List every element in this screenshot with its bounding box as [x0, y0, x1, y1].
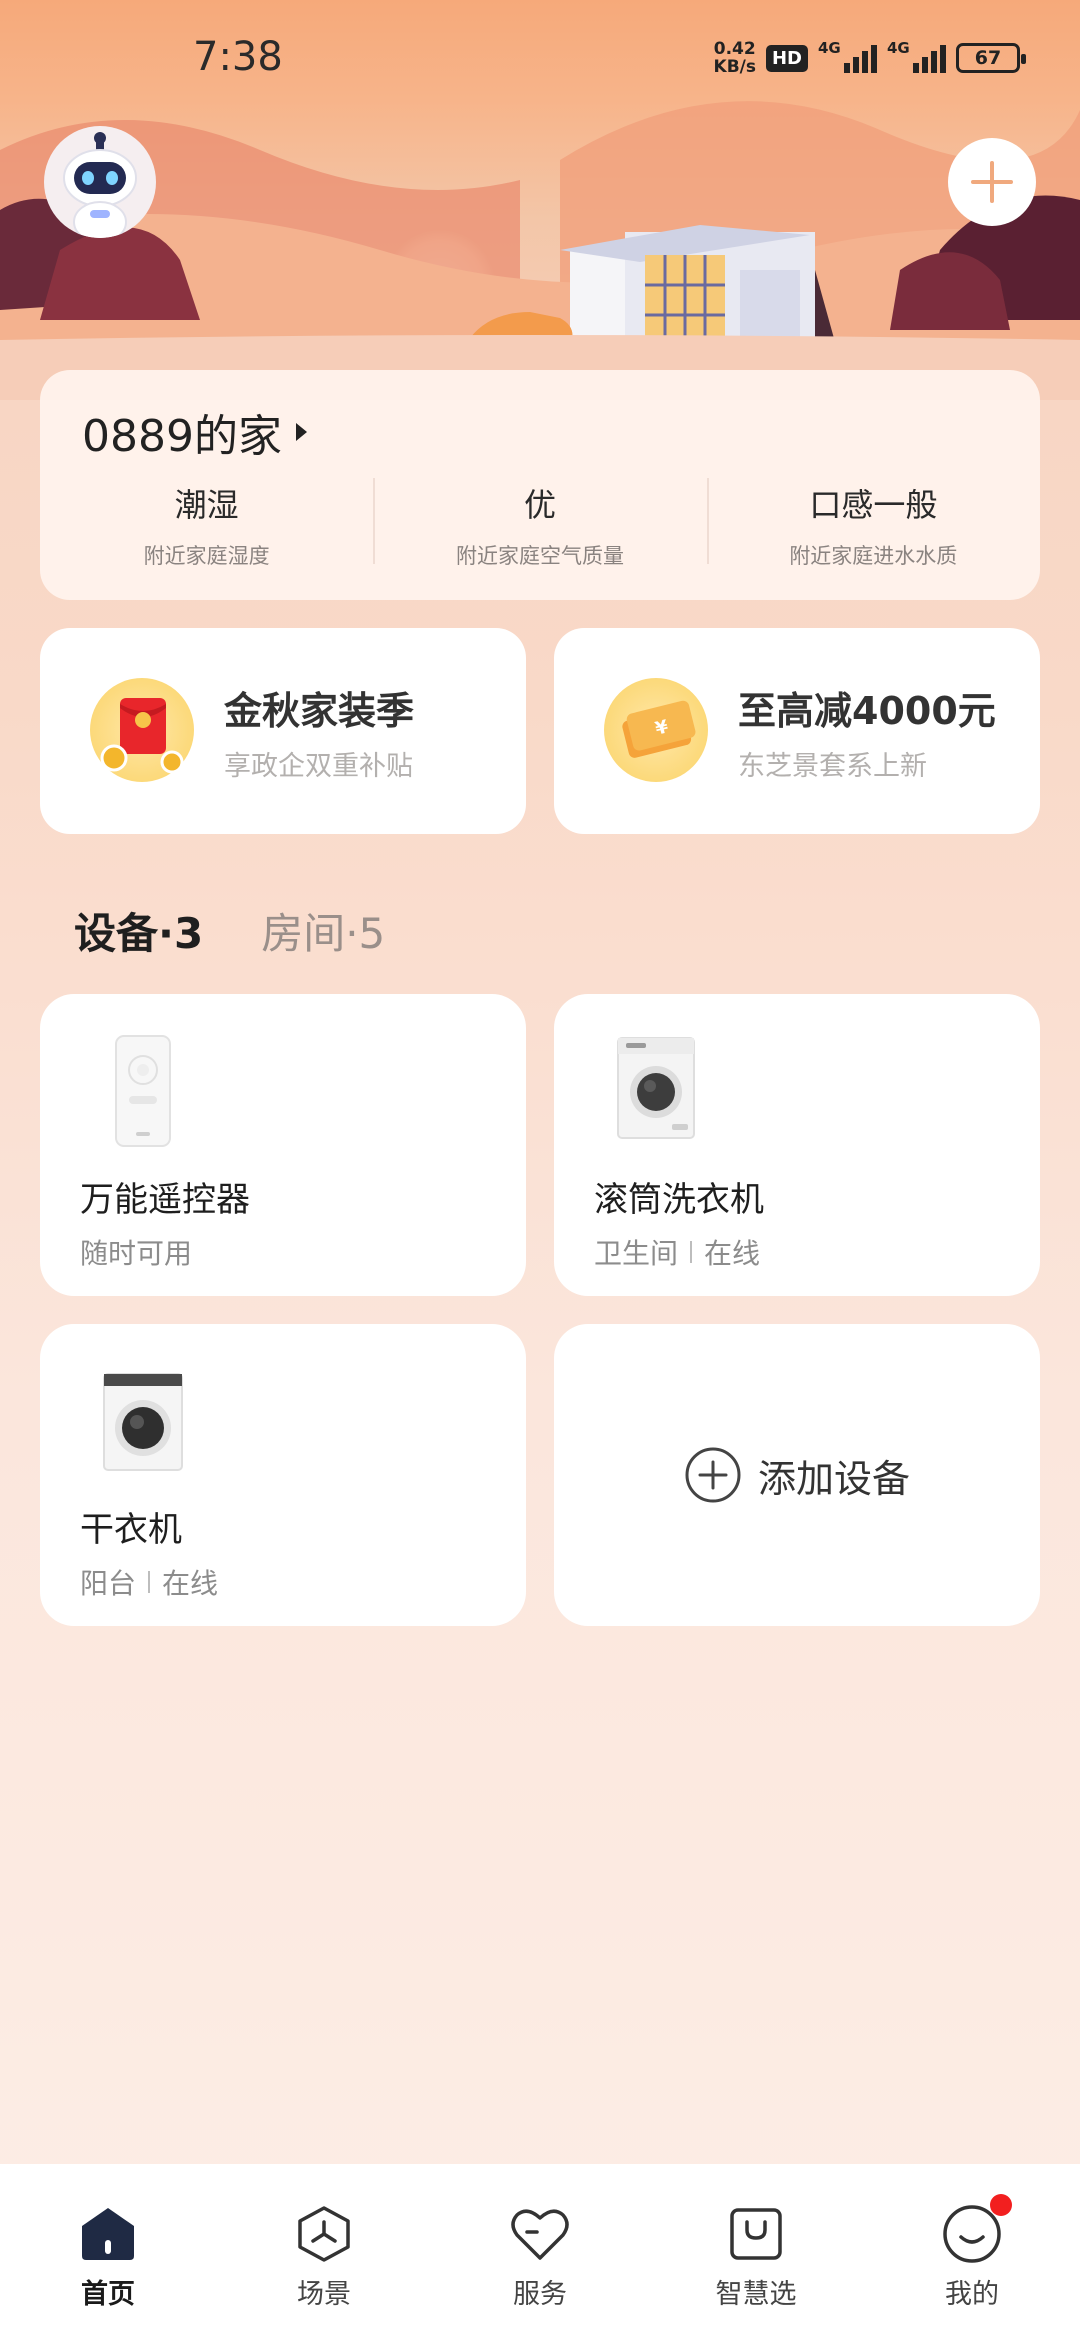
bottom-nav: 首页 场景 服务 智慧选 我的: [0, 2164, 1080, 2340]
status-bar: 7:38 0.42 KB/s HD 4G 4G 67: [0, 0, 1080, 110]
caret-right-icon: [295, 423, 307, 441]
device-status: 阳台 在线: [80, 1567, 219, 1600]
device-name: 万能遥控器: [80, 1180, 250, 1220]
divider: [690, 1241, 693, 1263]
home-icon: [76, 2202, 140, 2266]
device-card-dryer[interactable]: 干衣机 阳台 在线: [40, 1324, 526, 1626]
nav-service[interactable]: 服务: [432, 2164, 648, 2340]
add-button[interactable]: [948, 138, 1036, 226]
coupon-icon: ¥: [604, 678, 708, 782]
heart-icon: [508, 2202, 572, 2266]
signal-icon: 4G: [818, 39, 877, 73]
nav-home[interactable]: 首页: [0, 2164, 216, 2340]
signal-icon: 4G: [887, 39, 946, 73]
notification-badge: [990, 2194, 1012, 2216]
device-status: 卫生间 在线: [594, 1237, 761, 1270]
promo-subtitle: 东芝景套系上新: [738, 751, 927, 782]
device-card-washer[interactable]: 滚筒洗衣机 卫生间 在线: [554, 994, 1040, 1296]
home-title: 0889的家: [82, 411, 282, 462]
tab-devices[interactable]: 设备·3: [74, 900, 203, 961]
scene-icon: [292, 2202, 356, 2266]
battery-icon: 67: [956, 43, 1026, 73]
device-status: 随时可用: [80, 1237, 193, 1270]
washing-machine-icon: [606, 1028, 706, 1148]
promo-title: 金秋家装季: [224, 689, 415, 733]
plus-icon: [971, 161, 1013, 203]
metric-humidity[interactable]: 潮湿 附近家庭湿度: [40, 480, 373, 570]
promo-title: 至高减4000元: [738, 689, 996, 733]
home-selector[interactable]: 0889的家: [82, 400, 307, 464]
device-room-tabs: 设备·3 房间·5: [74, 900, 385, 961]
home-metrics: 潮湿 附近家庭湿度 优 附近家庭空气质量 口感一般 附近家庭进水水质: [40, 478, 1040, 570]
remote-control-icon: [92, 1028, 192, 1148]
nav-smart-select[interactable]: 智慧选: [648, 2164, 864, 2340]
metric-water-quality[interactable]: 口感一般 附近家庭进水水质: [706, 478, 1040, 570]
promo-card-renovation[interactable]: 金秋家装季 享政企双重补贴: [40, 628, 526, 834]
promo-subtitle: 享政企双重补贴: [224, 751, 413, 782]
dryer-icon: [92, 1358, 192, 1478]
add-device-button[interactable]: 添加设备: [554, 1324, 1040, 1626]
network-speed: 0.42 KB/s: [713, 39, 756, 77]
add-circle-icon: [685, 1447, 741, 1503]
home-summary-card: 0889的家 潮湿 附近家庭湿度 优 附近家庭空气质量 口感一般 附近家庭进水水…: [40, 370, 1040, 600]
hd-icon: HD: [765, 44, 808, 72]
tab-rooms[interactable]: 房间·5: [261, 900, 385, 961]
red-envelope-icon: [90, 678, 194, 782]
assistant-avatar[interactable]: [44, 126, 156, 238]
robot-icon: [63, 132, 137, 238]
device-card-remote[interactable]: 万能遥控器 随时可用: [40, 994, 526, 1296]
device-name: 滚筒洗衣机: [594, 1180, 764, 1220]
device-name: 干衣机: [80, 1510, 182, 1550]
status-time: 7:38: [193, 34, 283, 80]
status-icons: 0.42 KB/s HD 4G 4G 67: [713, 39, 1026, 77]
nav-scene[interactable]: 场景: [216, 2164, 432, 2340]
add-device-label: 添加设备: [757, 1456, 910, 1501]
divider: [148, 1571, 151, 1593]
promo-card-discount[interactable]: ¥ 至高减4000元 东芝景套系上新: [554, 628, 1040, 834]
metric-air-quality[interactable]: 优 附近家庭空气质量: [373, 478, 706, 570]
shopping-bag-icon: [724, 2202, 788, 2266]
nav-profile[interactable]: 我的: [864, 2164, 1080, 2340]
